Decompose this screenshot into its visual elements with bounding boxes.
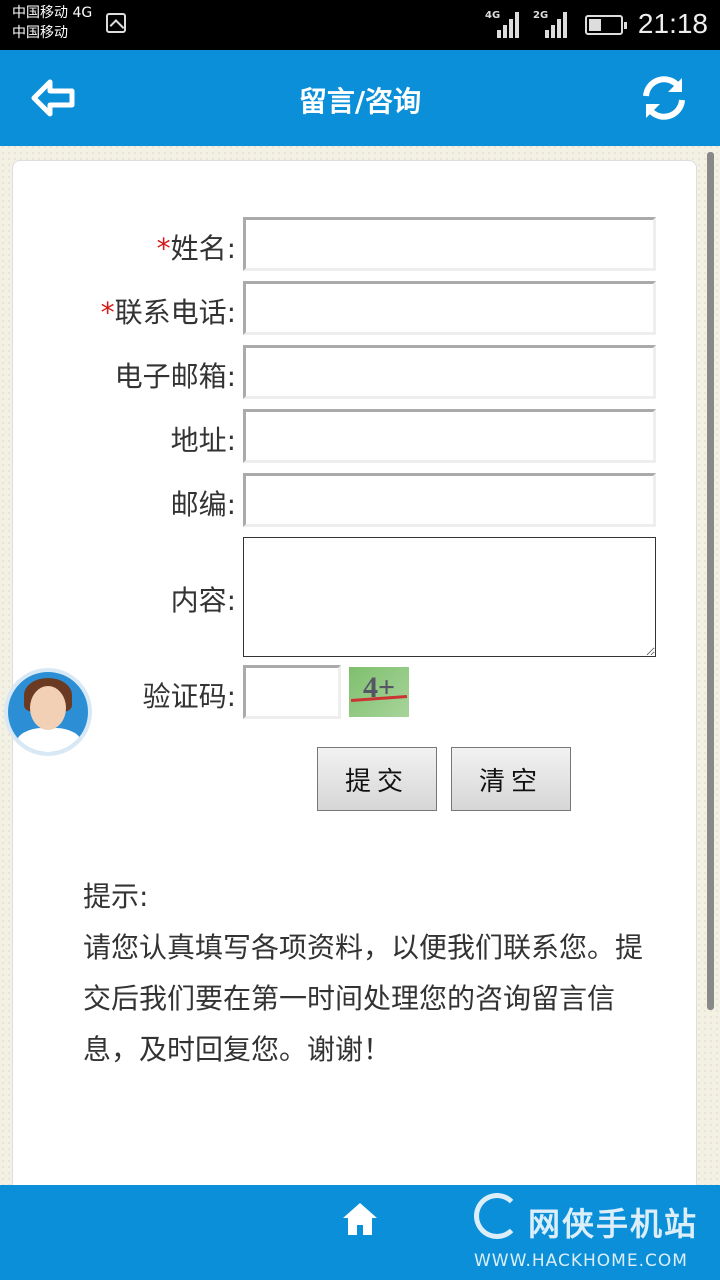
clear-button[interactable]: 清空	[451, 747, 571, 811]
signal-2g-icon: 2G	[533, 10, 573, 38]
signal-4g-icon: 4G	[485, 10, 525, 38]
name-label: *姓名:	[156, 232, 236, 265]
zip-label: 邮编:	[170, 488, 236, 521]
content-label: 内容:	[170, 584, 236, 617]
status-bar: 中国移动 4G 中国移动 4G 2G 21:18	[0, 0, 720, 50]
address-label: 地址:	[170, 424, 236, 457]
home-button[interactable]	[340, 1199, 380, 1239]
signal-4g-label: 4G	[485, 10, 501, 21]
app-header: 留言/咨询	[0, 50, 720, 146]
required-mark: *	[100, 296, 115, 329]
content-textarea[interactable]	[243, 537, 656, 657]
bottom-nav-bar: 网侠手机站 WWW.HACKHOME.COM	[0, 1185, 720, 1280]
hint-title: 提示:	[83, 880, 149, 913]
message-form-card: *姓名: *联系电话: 电子邮箱: 地址: 邮编: 内容: 验证码: 4+ 提交…	[12, 160, 697, 1200]
email-input[interactable]	[243, 345, 656, 399]
signal-2g-label: 2G	[533, 10, 549, 21]
customer-service-avatar-button[interactable]	[4, 668, 92, 756]
captcha-input[interactable]	[243, 665, 341, 719]
scrollbar[interactable]	[707, 152, 714, 1010]
image-notification-icon	[106, 13, 126, 33]
address-input[interactable]	[243, 409, 656, 463]
captcha-image[interactable]: 4+	[349, 667, 409, 717]
carrier-primary: 中国移动 4G	[12, 5, 93, 21]
refresh-button[interactable]	[638, 74, 690, 122]
hint-section: 提示: 请您认真填写各项资料，以便我们联系您。提交后我们要在第一时间处理您的咨询…	[83, 871, 643, 1075]
submit-button[interactable]: 提交	[317, 747, 437, 811]
status-clock: 21:18	[637, 8, 708, 39]
battery-icon	[585, 15, 627, 35]
refresh-icon	[643, 76, 685, 120]
required-mark: *	[156, 232, 171, 265]
phone-label: *联系电话:	[100, 296, 236, 329]
zip-input[interactable]	[243, 473, 656, 527]
hint-body: 请您认真填写各项资料，以便我们联系您。提交后我们要在第一时间处理您的咨询留言信息…	[83, 931, 644, 1066]
email-label: 电子邮箱:	[114, 360, 236, 393]
watermark-url: WWW.HACKHOME.COM	[474, 1251, 688, 1271]
watermark-text: 网侠手机站	[528, 1205, 699, 1243]
watermark-logo-icon	[474, 1193, 520, 1239]
phone-input[interactable]	[243, 281, 656, 335]
page-title: 留言/咨询	[298, 85, 422, 118]
name-input[interactable]	[243, 217, 656, 271]
carrier-secondary: 中国移动	[12, 25, 68, 41]
captcha-label: 验证码:	[142, 680, 236, 713]
home-icon	[343, 1203, 377, 1235]
